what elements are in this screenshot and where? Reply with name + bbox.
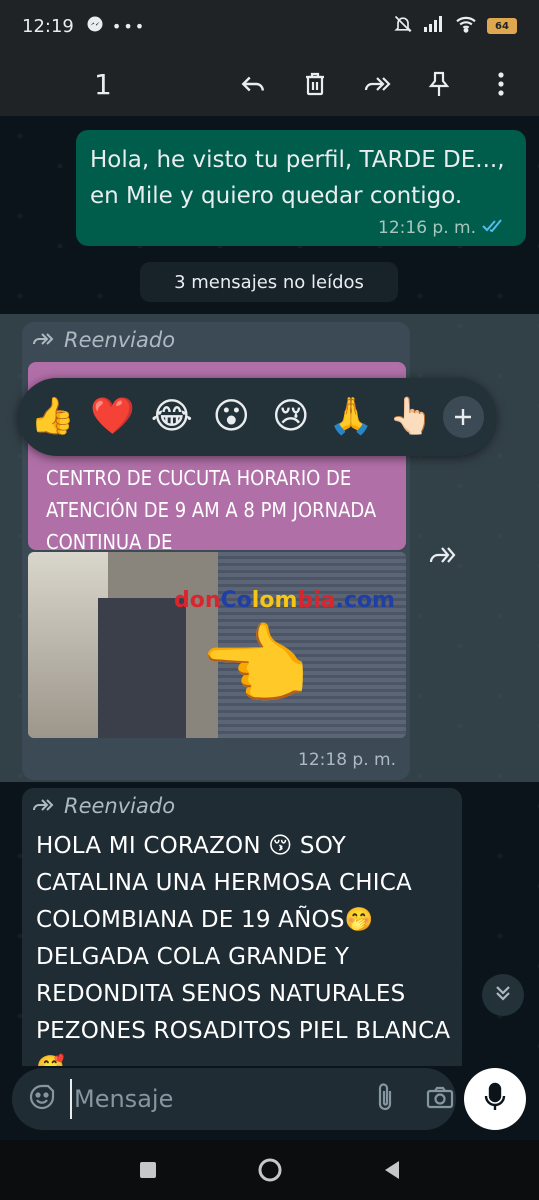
reaction-point-up[interactable]: 👆🏻 [389,399,434,435]
reaction-thumbs-up[interactable]: 👍 [30,399,75,435]
delete-icon[interactable] [301,70,329,98]
forwarded-text: Reenviado [64,328,176,352]
message-composer [12,1068,504,1130]
reaction-laugh[interactable]: 😂 [150,399,194,435]
double-chevron-down-icon [493,983,513,1007]
voice-message-button[interactable] [464,1068,526,1130]
more-options-icon[interactable] [487,70,515,98]
camera-icon[interactable] [426,1085,454,1113]
status-bar: 12:19 ••• 64 [0,0,539,52]
selected-count: 1 [94,67,112,101]
selection-actions [239,70,515,98]
emoji-sticker-icon[interactable] [28,1083,56,1115]
forwarded-label: Reenviado [32,328,175,352]
message-time: 12:16 p. m. [378,218,476,238]
add-reaction-icon[interactable] [442,396,485,438]
attach-icon[interactable] [374,1082,396,1116]
message-meta: 12:16 p. m. [378,218,504,238]
photo-wall [28,552,108,738]
forwarded-message-text[interactable]: Reenviado HOLA MI CORAZON 😚 SOY CATALINA… [22,788,462,1066]
photo-door [98,598,186,738]
message-text: Hola, he visto tu perfil, TARDE DE..., e… [90,147,505,209]
share-forward-icon[interactable] [426,538,460,572]
photo-brand-text: donColombia.com [174,588,395,613]
message-text: HOLA MI CORAZON 😚 SOY CATALINA UNA HERMO… [36,833,451,1066]
wifi-icon [455,15,477,37]
back-button[interactable] [377,1155,407,1185]
pointing-hand-emoji: 👈 [198,614,311,719]
pin-icon[interactable] [425,70,453,98]
message-input[interactable] [70,1079,374,1119]
recents-button[interactable] [133,1155,163,1185]
microphone-icon [484,1082,506,1116]
status-time: 12:19 [22,15,74,37]
reply-icon[interactable] [239,70,267,98]
reaction-pray[interactable]: 🙏 [329,399,374,435]
signal-icon [423,16,445,36]
reaction-picker: 👍 ❤️ 😂 😮 😢 🙏 👆🏻 [18,378,496,456]
selection-app-bar: 1 [0,52,539,116]
mute-bell-icon [393,14,413,38]
outgoing-message[interactable]: Hola, he visto tu perfil, TARDE DE..., e… [76,130,526,246]
unread-messages-banner: 3 mensajes no leídos [140,262,398,302]
message-photo[interactable]: donColombia.com 👈 [28,552,406,738]
reaction-sad[interactable]: 😢 [269,399,313,435]
more-notifications-icon: ••• [111,16,147,36]
battery-icon: 64 [487,18,517,34]
messenger-icon [86,15,104,37]
message-time: 12:18 p. m. [298,750,396,770]
forwarded-icon [32,328,56,352]
status-notification-icons: ••• [86,15,146,37]
forwarded-text: Reenviado [64,794,176,818]
promo-card-text: CENTRO DE CUCUTA HORARIO DE ATENCIÓN DE … [46,466,377,554]
forward-icon[interactable] [363,70,391,98]
reaction-heart[interactable]: ❤️ [90,399,135,435]
system-navigation-bar [0,1140,539,1200]
forwarded-icon [32,794,56,818]
forwarded-label: Reenviado [32,794,175,818]
scroll-to-bottom-button[interactable] [482,974,524,1016]
status-right-icons: 64 [393,14,517,38]
double-check-icon [482,218,504,238]
reaction-wow[interactable]: 😮 [210,399,254,435]
home-button[interactable] [255,1155,285,1185]
chat-area[interactable]: Hola, he visto tu perfil, TARDE DE..., e… [0,116,539,1066]
